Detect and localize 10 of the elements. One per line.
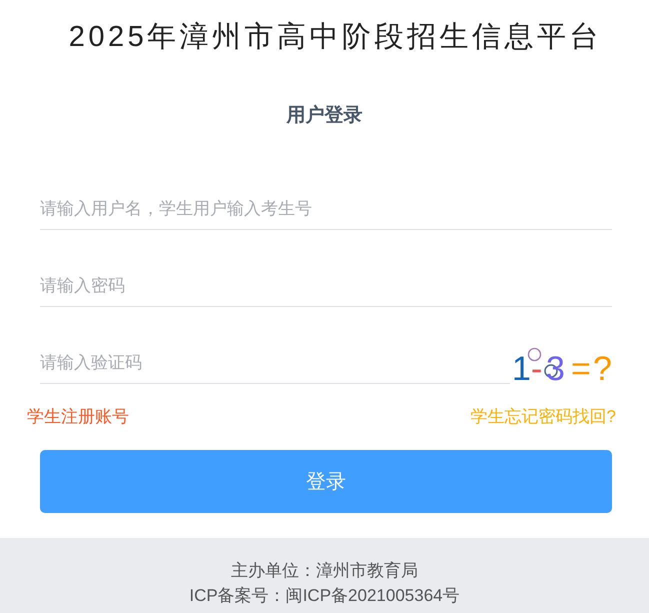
username-field[interactable]: 请输入用户名，学生用户输入考生号: [40, 189, 612, 230]
text-link[interactable]: 学生忘记密码找回?: [470, 405, 616, 429]
captcha-field[interactable]: 请输入验证码: [40, 343, 510, 384]
page-title: 2025年漳州市高中阶段招生信息平台: [68, 20, 604, 55]
login-heading: 用户登录: [285, 104, 364, 128]
login-button[interactable]: 登录: [40, 450, 612, 513]
text-link[interactable]: 学生注册账号: [27, 405, 129, 429]
password-field[interactable]: 请输入密码: [40, 266, 612, 307]
footer-text: ICP备案号：闽ICP备2021005364号: [188, 585, 461, 607]
footer-text: 主办单位：漳州市教育局: [230, 560, 419, 582]
